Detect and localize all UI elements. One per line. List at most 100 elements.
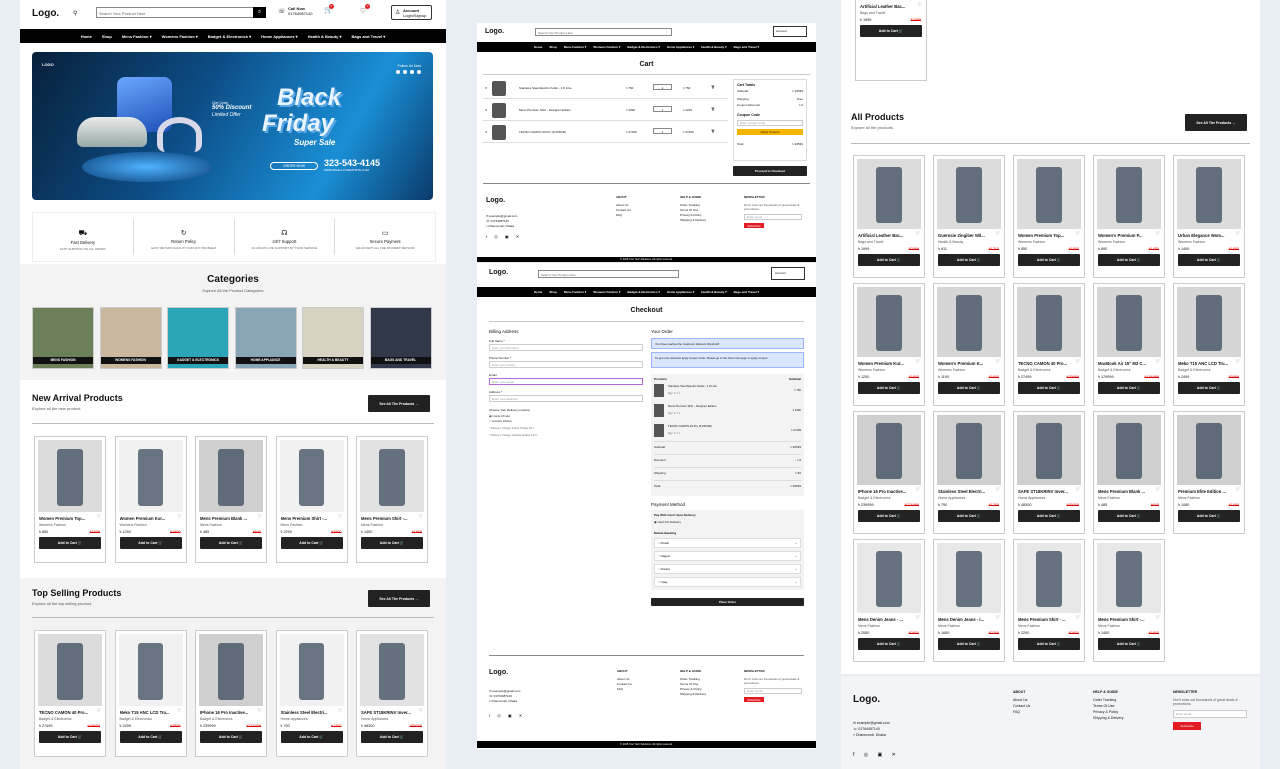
product-card[interactable]: Stainless Steel Electri... ♡ Home Applianc…	[933, 411, 1005, 534]
add-to-cart-button[interactable]: Add to Cart 🛒	[938, 510, 1000, 522]
wishlist-heart-icon[interactable]: ♡	[996, 487, 1000, 493]
add-to-cart-button[interactable]: Add to Cart 🛒	[1098, 510, 1160, 522]
product-name[interactable]: SAFE ST18KRINV Inver...	[1018, 489, 1076, 494]
product-card[interactable]: Premium Elite Edition ... ♡ Mens Fashion ৳ …	[1173, 411, 1245, 534]
form-input[interactable]: Enter your email	[489, 378, 643, 385]
category-card[interactable]: MENS FASHION	[32, 307, 94, 369]
wishlist-heart-icon[interactable]: ♡	[1076, 359, 1080, 365]
product-card[interactable]: Women Premium Top... ♡ Womens Fashion ৳ 850…	[34, 436, 106, 563]
cod-option[interactable]: ◉ Cash On Delivery	[654, 520, 801, 524]
category-card[interactable]: HEALTH & BEAUTY	[302, 307, 364, 369]
product-image[interactable]	[279, 440, 344, 512]
add-to-cart-button[interactable]: Add to Cart 🛒	[361, 537, 423, 549]
wishlist-heart-icon[interactable]: ♡	[1156, 487, 1160, 493]
quantity-stepper[interactable]: 1	[653, 84, 672, 90]
category-card[interactable]: GADGET & ELECTRONICS	[167, 307, 229, 369]
add-to-cart-button[interactable]: Add to Cart 🛒	[860, 25, 922, 37]
add-to-cart-button[interactable]: Add to Cart 🛒	[1178, 254, 1240, 266]
product-image[interactable]	[1097, 543, 1161, 613]
account-button[interactable]: Account	[771, 267, 805, 280]
wishlist-heart-icon[interactable]: ♡	[1236, 359, 1240, 365]
add-to-cart-button[interactable]: Add to Cart 🛒	[858, 510, 920, 522]
wishlist-heart-icon[interactable]: ♡	[1156, 615, 1160, 621]
product-name[interactable]: Mens Premium Shirt - ...	[1018, 617, 1076, 622]
add-to-cart-button[interactable]: Add to Cart 🛒	[938, 638, 1000, 650]
add-to-cart-button[interactable]: Add to Cart 🛒	[1178, 510, 1240, 522]
product-name[interactable]: Women Premium Kur...	[858, 361, 916, 366]
product-name[interactable]: Women Premium Top...	[39, 516, 97, 521]
product-card[interactable]: Women Premium Kur... ♡ Womens Fashion ৳ 125…	[853, 283, 925, 406]
wishlist-heart-icon[interactable]: ♡	[258, 514, 262, 520]
product-card[interactable]: Guernsie Zingiber Wil... ♡ Health & Beauty…	[933, 155, 1005, 278]
add-to-cart-button[interactable]: Add to Cart 🛒	[119, 731, 182, 743]
nav-item[interactable]: Shop	[102, 34, 112, 39]
product-card[interactable]: Artificial Leather Bac... ♡ Bags and Trave…	[855, 0, 927, 81]
nav-item[interactable]: Home Appliances ▾	[261, 34, 298, 39]
product-image[interactable]	[38, 634, 102, 706]
wishlist-heart-icon[interactable]: ♡	[916, 615, 920, 621]
product-card[interactable]: TECNO CAMON 40 Pro... ♡ Badget & Electroni…	[1013, 283, 1085, 406]
product-name[interactable]: Mens Premium Shirt -...	[1098, 617, 1156, 622]
cart-item-name[interactable]: TECNO CAMON 40 Pro (8 256GB)	[519, 130, 566, 134]
form-input[interactable]: Enter your address	[489, 395, 643, 402]
add-to-cart-button[interactable]: Add to Cart 🛒	[39, 537, 101, 549]
product-name[interactable]: MacBook Air 15" M3 C...	[1098, 361, 1156, 366]
product-card[interactable]: Mens Premium Shirt -... ♡ Mens Fashion ৳ 22…	[275, 436, 348, 563]
product-name[interactable]: Meko T15 ANC LCD Tru...	[1178, 361, 1236, 366]
product-image[interactable]	[279, 634, 344, 706]
product-image[interactable]	[857, 159, 921, 229]
category-card[interactable]: WOMENS FASHION	[99, 307, 162, 369]
product-card[interactable]: IPhone 16 Pro Inactive... ♡ Badget & Elect…	[195, 630, 267, 757]
product-image[interactable]	[937, 543, 1001, 613]
site-logo[interactable]: Logo.	[489, 269, 508, 276]
product-card[interactable]: Mens Premium Blank ... ♡ Mens Fashion ৳ 485…	[1093, 411, 1165, 534]
mobile-banking-option[interactable]: ○ Nagad ⌄	[654, 551, 801, 561]
form-input[interactable]: Enter your phone	[489, 361, 643, 368]
product-card[interactable]: Meko T15 ANC LCD Tru... ♡ Badget & Electro…	[114, 630, 187, 757]
add-to-cart-button[interactable]: Add to Cart 🛒	[938, 254, 1000, 266]
product-image[interactable]	[118, 634, 183, 706]
search-button[interactable]: ⌕	[253, 7, 266, 18]
wishlist-heart-icon[interactable]: ♡	[918, 2, 922, 8]
product-card[interactable]: Women Premium Top... ♡ Womens Fashion ৳ 850…	[1013, 155, 1085, 278]
product-image[interactable]	[199, 634, 263, 706]
add-to-cart-button[interactable]: Add to Cart 🛒	[1018, 254, 1080, 266]
product-image[interactable]	[118, 440, 183, 512]
add-to-cart-button[interactable]: Add to Cart 🛒	[1098, 638, 1160, 650]
product-name[interactable]: Mens Premium Blank ...	[1098, 489, 1156, 494]
wishlist-heart-icon[interactable]: ♡	[916, 231, 920, 237]
search-input[interactable]: Search Your Product Here	[535, 28, 672, 36]
wishlist-heart-icon[interactable]: ♡	[177, 708, 181, 714]
product-name[interactable]: Stainless Steel Electri...	[938, 489, 996, 494]
trash-icon[interactable]: 🗑	[711, 129, 715, 133]
hero-order-button[interactable]: ORDER NOW	[270, 162, 318, 170]
category-card[interactable]: BAGS AND TRAVEL	[369, 307, 432, 369]
product-image[interactable]	[38, 440, 102, 512]
site-logo[interactable]: Logo.	[32, 8, 59, 19]
product-card[interactable]: Mens Premium Shirt -... ♡ Mens Fashion ৳ 14…	[1093, 539, 1165, 662]
wishlist-heart-icon[interactable]: ♡	[1076, 487, 1080, 493]
social-icons[interactable]: f ◎ ▣ ✕	[486, 234, 522, 239]
social-icons[interactable]: f ◎ ▣ ✕	[853, 752, 900, 758]
wishlist-heart-icon[interactable]: ♡	[996, 231, 1000, 237]
product-card[interactable]: TECNO CAMON 40 Pro... ♡ Badget & Electroni…	[34, 630, 106, 757]
product-card[interactable]: Mens Premium Blank ... ♡ Mens Fashion ৳ 485…	[195, 436, 267, 563]
product-name[interactable]: Guernsie Zingiber Wil...	[938, 233, 996, 238]
add-to-cart-button[interactable]: Add to Cart 🛒	[938, 382, 1000, 394]
product-image[interactable]	[1017, 415, 1081, 485]
mobile-banking-option[interactable]: ○ Upay ⌄	[654, 577, 801, 587]
mobile-banking-option[interactable]: ○ bKash ⌄	[654, 538, 801, 548]
product-name[interactable]: Premium Elite Edition ...	[1178, 489, 1236, 494]
trash-icon[interactable]: 🗑	[711, 85, 715, 89]
product-image[interactable]	[1017, 287, 1081, 357]
product-image[interactable]	[1177, 287, 1241, 357]
product-card[interactable]: Mens Denim Jeans - l... ♡ Mens Fashion ৳ 16…	[933, 539, 1005, 662]
product-image[interactable]	[937, 415, 1001, 485]
product-name[interactable]: Mens Denim Jeans - ...	[858, 617, 916, 622]
product-card[interactable]: IPhone 16 Pro Inactive... ♡ Badget & Elect…	[853, 411, 925, 534]
nav-item[interactable]: Health & Beauty ▾	[308, 34, 342, 39]
product-card[interactable]: Mens Premium Shirt - ... ♡ Mens Fashion ৳ 2…	[1013, 539, 1085, 662]
product-name[interactable]: Women's Premium P...	[1098, 233, 1156, 238]
wishlist-heart-icon[interactable]: ♡	[1156, 359, 1160, 365]
product-name[interactable]: Mens Premium Shirt -...	[281, 516, 339, 521]
